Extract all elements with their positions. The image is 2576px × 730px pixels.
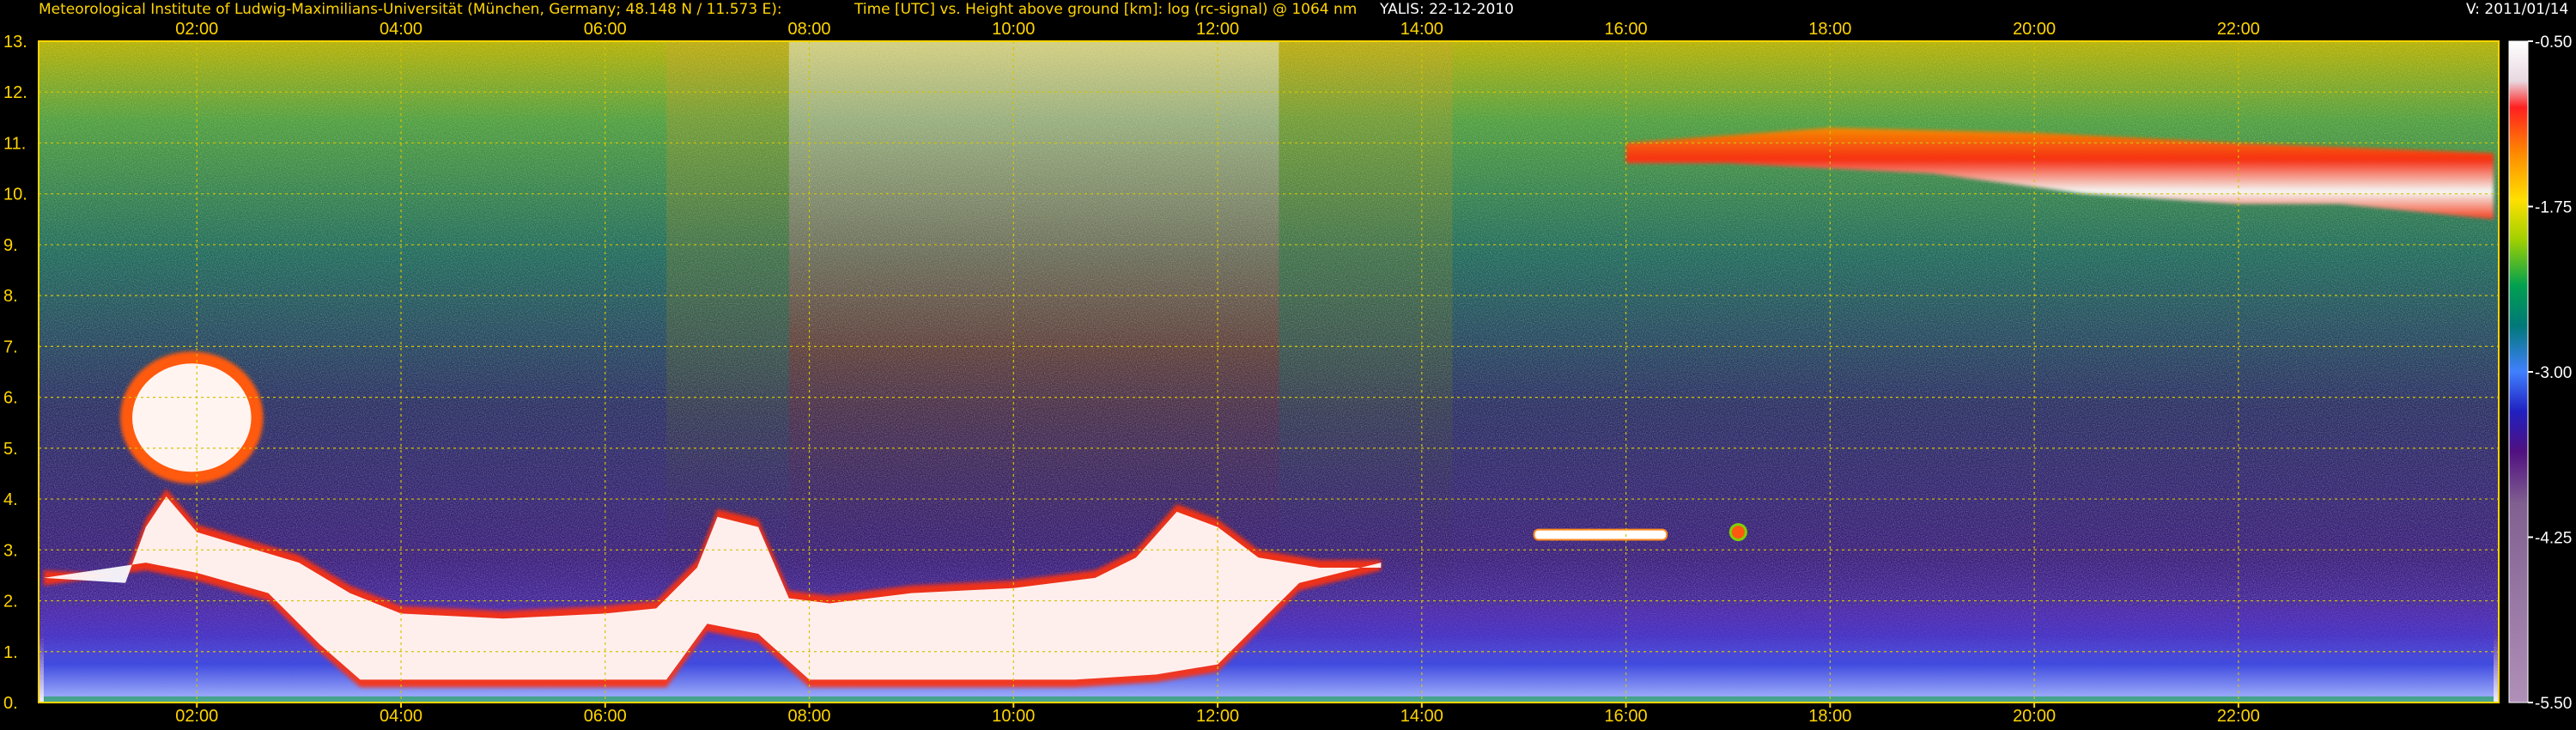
x-tick-label-top: 16:00 — [1605, 20, 1648, 39]
y-tick-label: 6. — [3, 389, 18, 408]
colorbar: -0.50 -1.75 -3.00 -4.25 -5.50 — [2508, 33, 2572, 713]
x-tick-label-bottom: 22:00 — [2217, 707, 2260, 726]
x-tick-label-bottom: 02:00 — [175, 707, 218, 726]
colorbar-label: -5.50 — [2535, 695, 2572, 713]
x-tick-label-top: 22:00 — [2217, 20, 2260, 39]
x-tick-label-bottom: 16:00 — [1605, 707, 1648, 726]
colorbar-label: -3.00 — [2535, 364, 2572, 382]
x-tick-label-top: 06:00 — [584, 20, 627, 39]
x-tick-label-top: 02:00 — [175, 20, 218, 39]
lidar-chart: 02:00 02:00 04:00 04:00 06:00 06:00 08:00 08:00… — [3, 20, 2572, 726]
colorbar-label: -1.75 — [2535, 199, 2572, 217]
y-tick-label: 0. — [3, 694, 18, 713]
x-tick-label-top: 20:00 — [2013, 20, 2056, 39]
x-tick-label-bottom: 20:00 — [2013, 707, 2056, 726]
y-tick-label: 5. — [3, 440, 18, 459]
x-tick-label-top: 18:00 — [1808, 20, 1851, 39]
x-tick-label-top: 08:00 — [788, 20, 831, 39]
colorbar-label: -0.50 — [2535, 33, 2572, 52]
y-axis-ticks: 0. 1. 2. 3. 4. 5. 6. 7. 8. 9. 10. 11. 12. 13. — [3, 33, 27, 713]
y-tick-label: 2. — [3, 593, 18, 611]
x-tick-label-bottom: 14:00 — [1400, 707, 1443, 726]
y-tick-label: 1. — [3, 643, 18, 662]
x-tick-label-top: 10:00 — [992, 20, 1035, 39]
x-tick-label-bottom: 04:00 — [380, 707, 422, 726]
y-tick-label: 10. — [3, 186, 27, 204]
y-tick-label: 9. — [3, 236, 18, 255]
colorbar-label: -4.25 — [2535, 530, 2572, 548]
x-tick-label-top: 14:00 — [1400, 20, 1443, 39]
x-tick-label-bottom: 18:00 — [1808, 707, 1851, 726]
x-tick-label-bottom: 12:00 — [1196, 707, 1239, 726]
y-tick-label: 11. — [3, 134, 26, 153]
x-tick-label-top: 12:00 — [1196, 20, 1239, 39]
small-cloud — [1728, 523, 1747, 542]
colorbar-scale — [2508, 40, 2529, 703]
x-tick-label-bottom: 08:00 — [788, 707, 831, 726]
ground-layer — [43, 696, 2494, 703]
y-tick-label: 4. — [3, 490, 18, 509]
y-tick-label: 12. — [3, 83, 27, 102]
x-tick-label-bottom: 06:00 — [584, 707, 627, 726]
y-tick-label: 13. — [3, 33, 27, 52]
thin-cloud — [1533, 528, 1668, 541]
x-tick-label-top: 04:00 — [380, 20, 422, 39]
y-tick-label: 8. — [3, 287, 18, 306]
mid-cloud-core — [132, 363, 252, 472]
x-tick-label-bottom: 10:00 — [992, 707, 1035, 726]
y-tick-label: 7. — [3, 338, 18, 356]
y-tick-label: 3. — [3, 541, 18, 560]
